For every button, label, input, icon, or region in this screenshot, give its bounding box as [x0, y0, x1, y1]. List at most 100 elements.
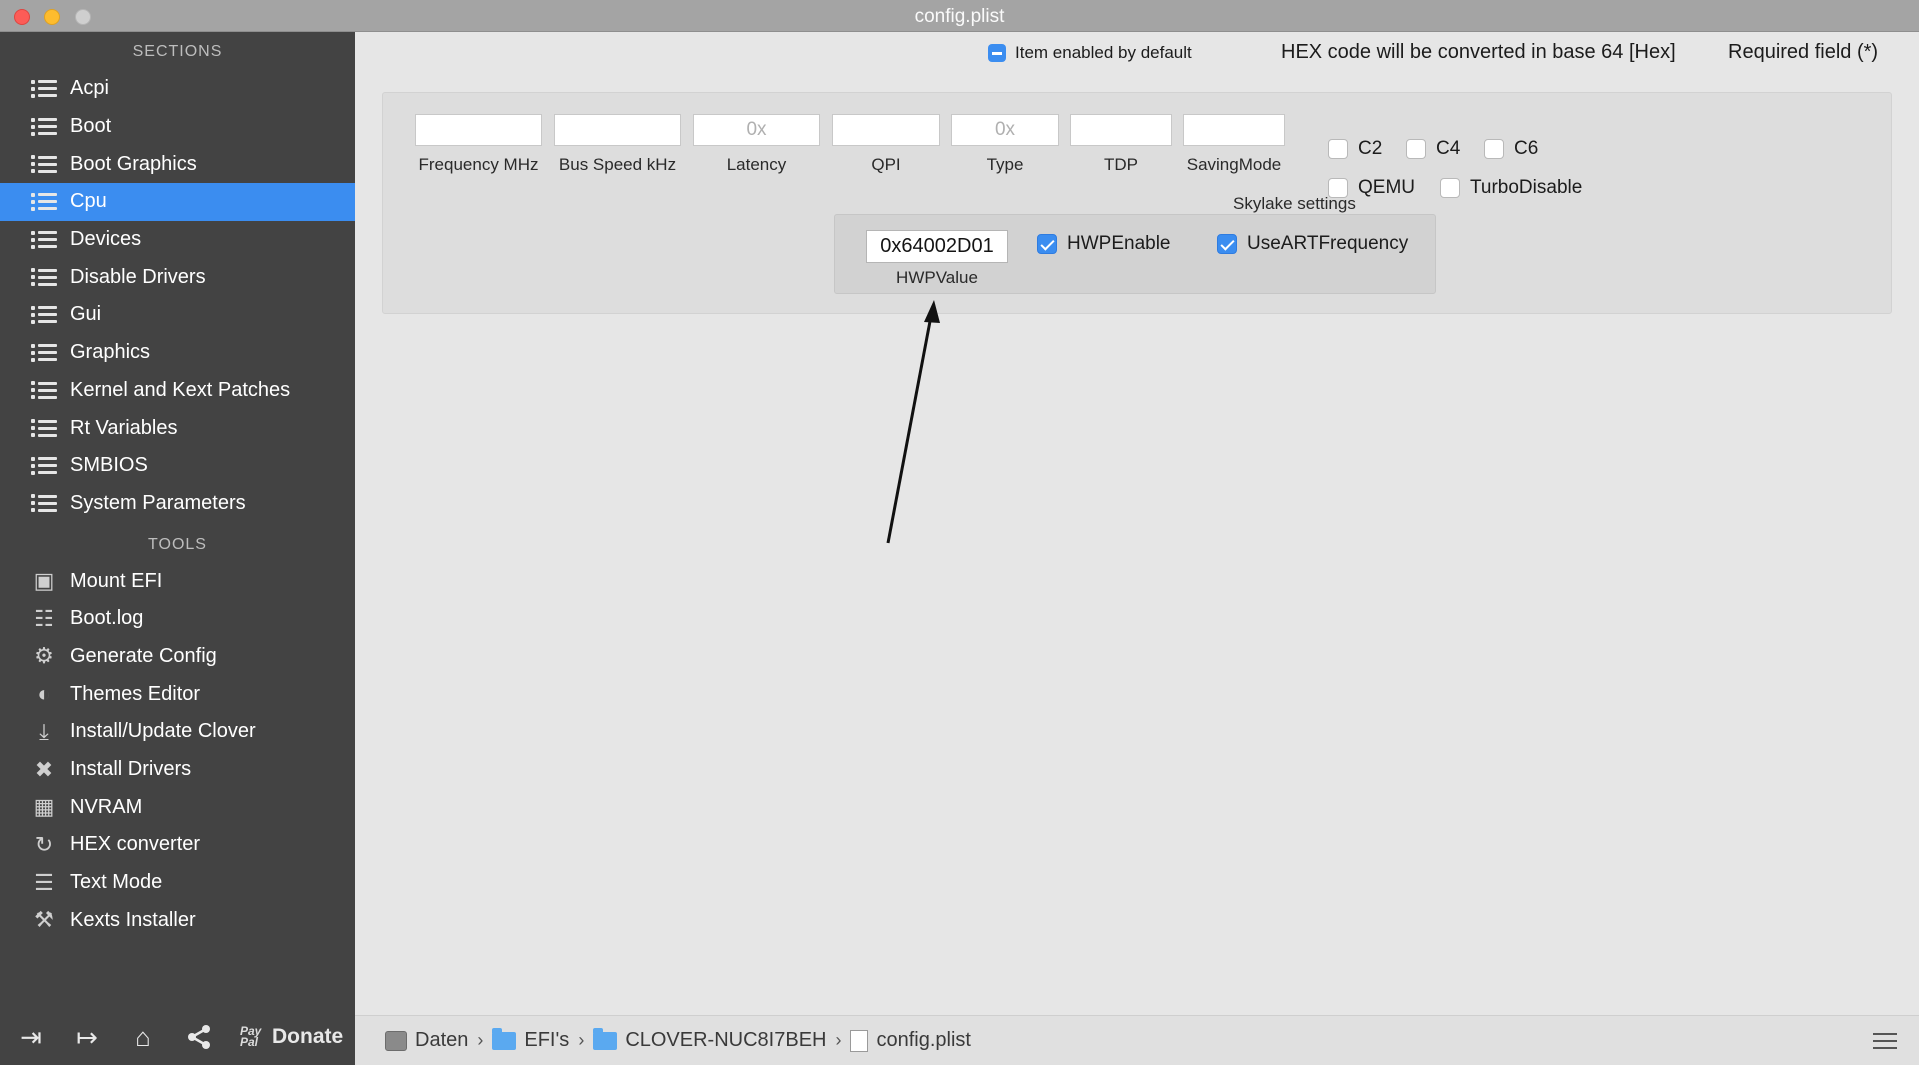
- sidebar-item-smbios[interactable]: SMBIOS: [0, 447, 355, 485]
- tool-label: HEX converter: [70, 833, 201, 856]
- list-icon: [30, 152, 58, 176]
- title-bar: config.plist: [0, 0, 1919, 32]
- download-icon: ⤓: [39, 718, 49, 744]
- field-label: Latency: [726, 155, 787, 174]
- crumb-label: Daten: [415, 1029, 469, 1051]
- crumb-daten[interactable]: Daten: [385, 1029, 468, 1052]
- hwp-enable-checkbox[interactable]: [1037, 234, 1057, 254]
- donate-button[interactable]: Pay Pal Donate: [240, 1025, 343, 1049]
- type-field[interactable]: 0x: [951, 114, 1059, 146]
- tool-install-update-clover[interactable]: ⤓ Install/Update Clover: [0, 713, 355, 751]
- sidebar-item-label: Cpu: [70, 190, 107, 213]
- chevron-right-icon: ›: [477, 1030, 484, 1050]
- required-note: Required field (*): [1728, 41, 1879, 63]
- sidebar-item-system-parameters[interactable]: System Parameters: [0, 485, 355, 523]
- folder-icon: [492, 1027, 517, 1050]
- import-icon[interactable]: ⇥: [12, 1018, 50, 1056]
- tool-hex-converter[interactable]: ↻ HEX converter: [0, 826, 355, 864]
- tool-boot-log[interactable]: ☷ Boot.log: [0, 600, 355, 638]
- item-enabled-label: Item enabled by default: [1015, 43, 1192, 62]
- sidebar-item-gui[interactable]: Gui: [0, 296, 355, 334]
- item-enabled-default[interactable]: Item enabled by default: [988, 43, 1192, 63]
- list-icon: [30, 341, 58, 365]
- wrench-icon: ⚒: [34, 907, 54, 933]
- sidebar-item-label: Boot Graphics: [70, 152, 197, 175]
- sidebar-item-label: SMBIOS: [70, 454, 148, 477]
- log-search-icon: ☷: [34, 605, 54, 631]
- sidebar-item-disable-drivers[interactable]: Disable Drivers: [0, 258, 355, 296]
- hwp-enable-label: HWPEnable: [1067, 233, 1171, 254]
- c4-checkbox[interactable]: [1406, 139, 1426, 159]
- crumb-label: config.plist: [876, 1029, 971, 1051]
- sidebar-item-graphics[interactable]: Graphics: [0, 334, 355, 372]
- turbodisable-checkbox[interactable]: [1440, 178, 1460, 198]
- crumb-label: EFI's: [524, 1029, 570, 1051]
- skylake-settings-box: 0x64002D01 HWPValue HWPEnable UseARTFreq…: [834, 214, 1436, 294]
- annotation-arrow: [886, 300, 940, 544]
- tool-themes-editor[interactable]: ◐ Themes Editor: [0, 675, 355, 713]
- hex-note: HEX code will be converted in base 64 [H…: [1281, 41, 1676, 63]
- tool-install-drivers[interactable]: ✖ Install Drivers: [0, 751, 355, 789]
- hwp-value-field[interactable]: 0x64002D01: [866, 230, 1008, 263]
- home-icon[interactable]: ⌂: [124, 1018, 162, 1056]
- sidebar-item-boot-graphics[interactable]: Boot Graphics: [0, 145, 355, 183]
- folder-icon: [593, 1027, 618, 1050]
- list-icon: [30, 77, 58, 101]
- savingmode-field[interactable]: [1183, 114, 1285, 146]
- tool-nvram[interactable]: ▦ NVRAM: [0, 788, 355, 826]
- tools-icon: ✖: [34, 756, 54, 782]
- bus-speed-khz-field[interactable]: [554, 114, 681, 146]
- sidebar-item-label: Disable Drivers: [70, 265, 206, 288]
- crumb-efis[interactable]: EFI's: [492, 1027, 570, 1052]
- refresh-icon: ↻: [34, 831, 54, 857]
- tools-list: ▣ Mount EFI ☷ Boot.log ⚙ Generate Config ◐ Them…: [0, 562, 355, 939]
- text-icon: ☰: [34, 869, 54, 895]
- field-label: Bus Speed kHz: [558, 155, 677, 174]
- sidebar-item-label: Kernel and Kext Patches: [70, 378, 291, 401]
- sidebar-item-boot[interactable]: Boot: [0, 108, 355, 146]
- share-icon[interactable]: [180, 1018, 218, 1056]
- disk-icon: [385, 1030, 407, 1051]
- tool-label: Boot.log: [70, 607, 144, 630]
- c2-option[interactable]: C2: [1328, 138, 1382, 160]
- sidebar-item-devices[interactable]: Devices: [0, 221, 355, 259]
- use-art-frequency-label: UseARTFrequency: [1247, 233, 1409, 254]
- turbodisable-option[interactable]: TurboDisable: [1440, 177, 1582, 199]
- qpi-field[interactable]: [832, 114, 940, 146]
- tool-label: Themes Editor: [70, 682, 201, 705]
- tool-label: NVRAM: [70, 795, 143, 818]
- c6-checkbox[interactable]: [1484, 139, 1504, 159]
- field-label: Frequency MHz: [418, 155, 539, 174]
- palette-icon: ◐: [37, 681, 51, 707]
- tool-generate-config[interactable]: ⚙ Generate Config: [0, 638, 355, 676]
- list-icon: [30, 303, 58, 327]
- checkbox-label: C4: [1436, 138, 1461, 159]
- tool-mount-efi[interactable]: ▣ Mount EFI: [0, 562, 355, 600]
- list-icon: [30, 190, 58, 214]
- use-art-frequency-checkbox[interactable]: [1217, 234, 1237, 254]
- tool-label: Generate Config: [70, 644, 217, 667]
- c4-option[interactable]: C4: [1406, 138, 1460, 160]
- list-icon: [30, 265, 58, 289]
- sidebar-item-cpu[interactable]: Cpu: [0, 183, 355, 221]
- tool-kexts-installer[interactable]: ⚒ Kexts Installer: [0, 901, 355, 939]
- item-enabled-checkbox[interactable]: [988, 44, 1006, 62]
- crumb-config[interactable]: config.plist: [850, 1029, 971, 1052]
- sidebar-item-kernel-and-kext-patches[interactable]: Kernel and Kext Patches: [0, 372, 355, 410]
- tdp-field[interactable]: [1070, 114, 1172, 146]
- checkbox-label: C6: [1514, 138, 1539, 159]
- c2-checkbox[interactable]: [1328, 139, 1348, 159]
- use-art-frequency[interactable]: UseARTFrequency: [1217, 233, 1408, 255]
- tool-text-mode[interactable]: ☰ Text Mode: [0, 864, 355, 902]
- crumb-clover[interactable]: CLOVER-NUC8I7BEH: [593, 1027, 826, 1052]
- c6-option[interactable]: C6: [1484, 138, 1538, 160]
- export-icon[interactable]: ↦: [68, 1018, 106, 1056]
- sidebar-item-acpi[interactable]: Acpi: [0, 70, 355, 108]
- latency-field[interactable]: 0x: [693, 114, 820, 146]
- tools-header: TOOLS: [148, 536, 207, 554]
- hwp-enable[interactable]: HWPEnable: [1037, 233, 1171, 255]
- chip-icon: ▦: [33, 794, 55, 820]
- frequency-mhz-field[interactable]: [415, 114, 542, 146]
- sidebar-item-rt-variables[interactable]: Rt Variables: [0, 409, 355, 447]
- menu-icon[interactable]: [1873, 1033, 1897, 1049]
